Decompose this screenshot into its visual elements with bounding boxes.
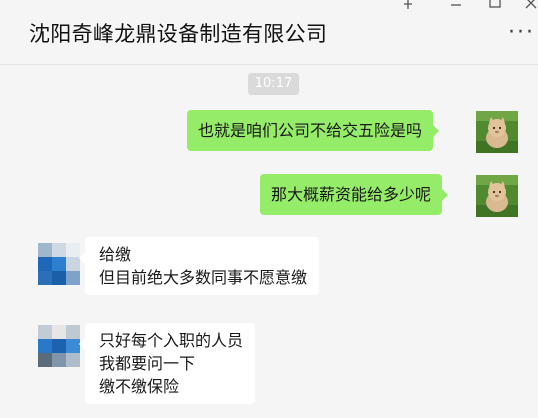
contact-avatar[interactable]	[38, 243, 80, 285]
contact-avatar[interactable]	[38, 325, 80, 367]
message-text: 缴不缴保险	[99, 377, 180, 396]
message-text: 给缴	[99, 245, 132, 264]
my-avatar[interactable]	[476, 175, 518, 217]
message-text: 也就是咱们公司不给交五险是吗	[198, 121, 423, 140]
message-text: 我都要问一下	[99, 354, 196, 373]
message-bubble-incoming[interactable]: 给缴 但目前绝大多数同事不愿意缴	[78, 237, 320, 295]
message-bubble-outgoing[interactable]: 那大概薪资能给多少呢	[260, 174, 449, 215]
my-avatar[interactable]	[476, 111, 518, 153]
message-text: 但目前绝大多数同事不愿意缴	[99, 268, 308, 287]
minimize-icon[interactable]	[449, 0, 463, 10]
chat-title: 沈阳奇峰龙鼎设备制造有限公司	[29, 22, 328, 46]
pin-icon[interactable]	[401, 0, 415, 10]
message-text: 只好每个入职的人员	[99, 331, 244, 350]
chat-header: 沈阳奇峰龙鼎设备制造有限公司 ···	[0, 0, 538, 65]
maximize-icon[interactable]	[488, 0, 502, 10]
more-options-icon[interactable]: ···	[508, 22, 535, 44]
close-icon[interactable]	[524, 0, 538, 10]
message-text: 那大概薪资能给多少呢	[271, 185, 432, 204]
message-bubble-outgoing[interactable]: 也就是咱们公司不给交五险是吗	[187, 110, 440, 151]
message-timestamp: 10:17	[248, 73, 299, 95]
message-bubble-incoming[interactable]: 只好每个入职的人员 我都要问一下 缴不缴保险	[78, 323, 256, 404]
